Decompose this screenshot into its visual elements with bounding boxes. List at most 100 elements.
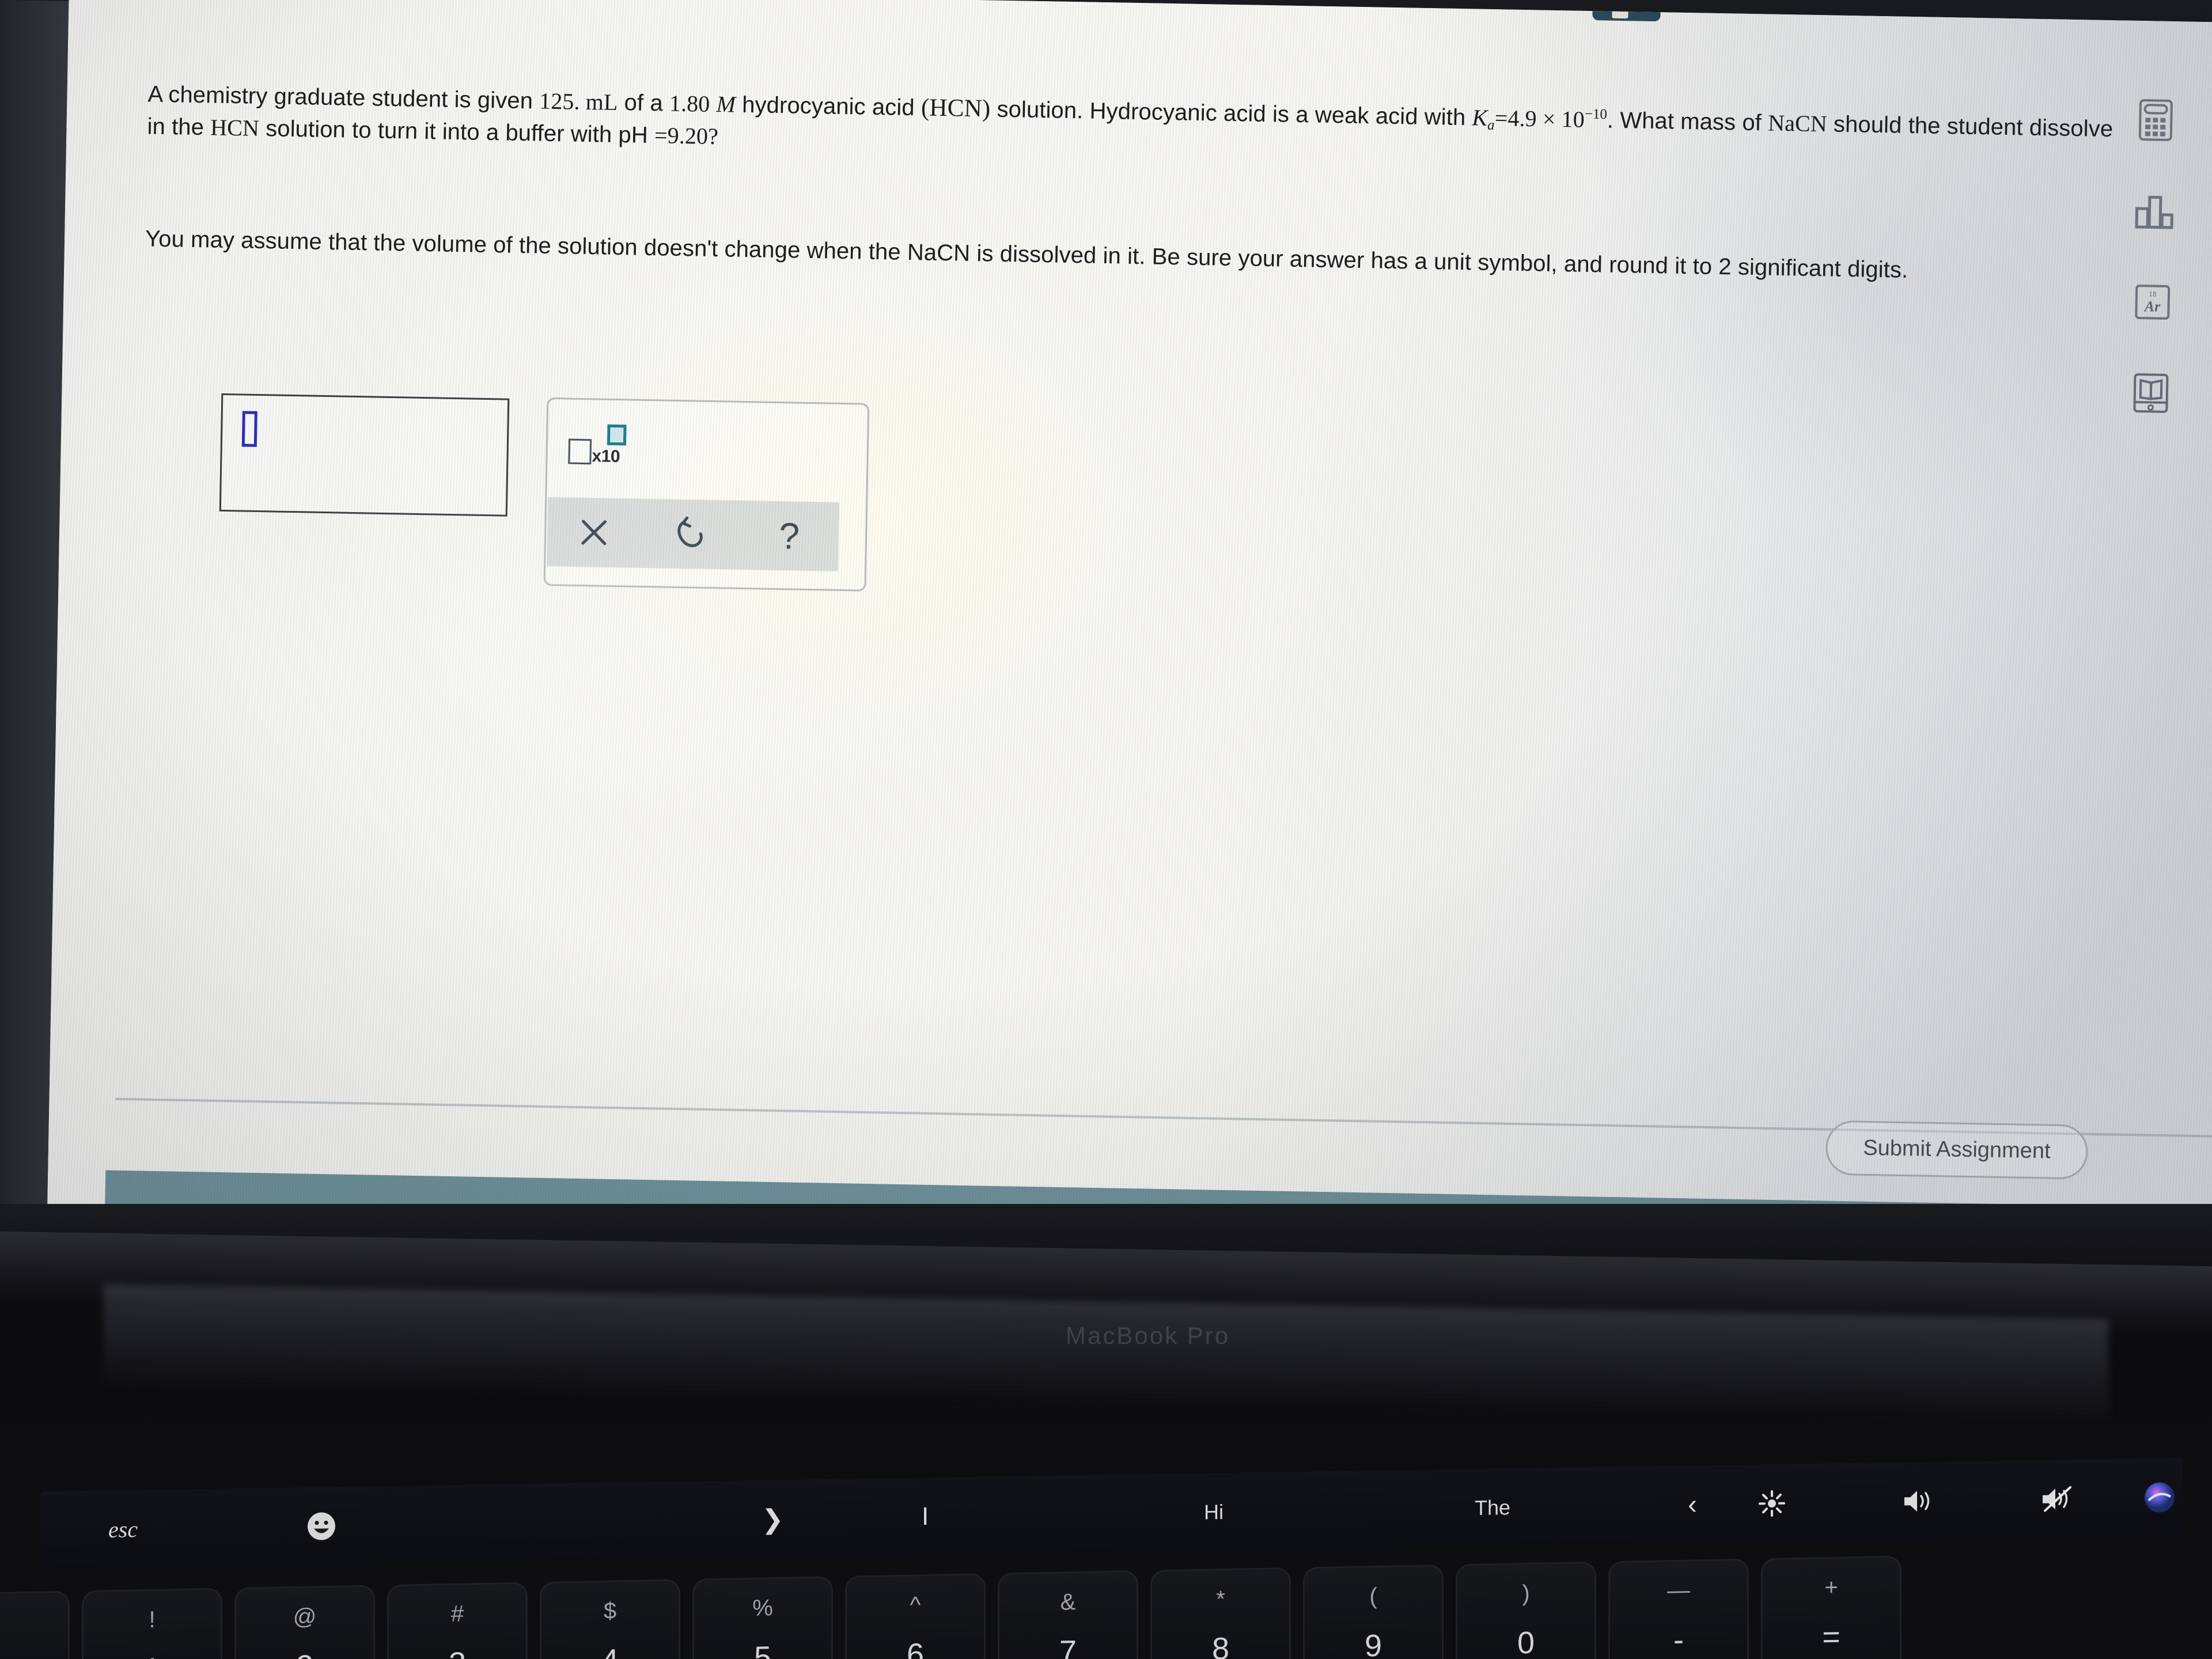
q-text-4: solution. Hydrocyanic acid is a weak aci… xyxy=(990,96,1472,131)
key-upper-label: @ xyxy=(293,1604,317,1630)
q-text-3: hydrocyanic acid xyxy=(735,92,922,121)
bar-chart-icon xyxy=(2135,195,2173,229)
key-upper-label: * xyxy=(1216,1586,1225,1612)
keyboard-key-9[interactable]: (9 xyxy=(1305,1566,1442,1659)
q-molar-symbol: M xyxy=(716,91,736,118)
mantissa-placeholder-box xyxy=(568,438,592,465)
touchbar-caret-key[interactable]: I xyxy=(922,1502,929,1531)
key-upper-label: ! xyxy=(149,1607,156,1633)
key-lower-label xyxy=(0,1653,68,1656)
q-ka-value: =4.9 × 10 xyxy=(1494,105,1585,132)
keyboard-key-4[interactable]: $4 xyxy=(541,1581,679,1659)
math-tool-palette: x10 ? xyxy=(543,397,870,592)
key-lower-label: - xyxy=(1673,1622,1684,1658)
question-paragraph-2: You may assume that the volume of the so… xyxy=(145,226,1908,283)
q-ph-value: =9.20? xyxy=(654,122,719,149)
key-upper-label: $ xyxy=(603,1598,617,1624)
key-lower-label: 0 xyxy=(1517,1625,1535,1659)
touchbar-esc-key[interactable]: esc xyxy=(108,1516,138,1543)
help-button[interactable]: ? xyxy=(745,501,833,571)
keyboard-key-=[interactable]: + = xyxy=(1763,1557,1900,1659)
scientific-notation-button[interactable]: x10 xyxy=(566,424,636,468)
q-concentration: 1.80 xyxy=(669,90,710,117)
key-upper-label: ^ xyxy=(910,1592,921,1618)
clear-button[interactable] xyxy=(550,497,638,568)
screenshot-root: A chemistry graduate student is given 12… xyxy=(0,0,2212,1659)
resource-tool-rail: 18 Ar xyxy=(2119,96,2194,461)
ebook-tool-button[interactable] xyxy=(2126,369,2175,418)
touch-bar: esc ❯ I Hi The ‹ xyxy=(40,1457,2183,1570)
q-text-7: solution to turn it into a buffer with p… xyxy=(259,115,655,148)
smiley-face-icon xyxy=(308,1512,335,1540)
q-ka-symbol: K xyxy=(1472,104,1488,131)
brightness-icon[interactable] xyxy=(1757,1488,1787,1518)
mute-icon[interactable] xyxy=(2039,1484,2075,1513)
exponent-placeholder-box xyxy=(607,424,627,446)
keyboard-key-8[interactable]: * 8 xyxy=(1152,1569,1289,1659)
svg-text:Ar: Ar xyxy=(2143,298,2161,315)
keyboard-key-7[interactable]: & 7 xyxy=(999,1572,1137,1659)
keyboard-key-blank[interactable] xyxy=(0,1592,68,1659)
palette-button-row: ? xyxy=(547,497,840,571)
macbook-brand-label: MacBook Pro xyxy=(1066,1322,1230,1349)
key-lower-label: 5 xyxy=(753,1640,772,1659)
touchbar-suggestion-1[interactable]: Hi xyxy=(1204,1499,1224,1524)
submit-assignment-button[interactable]: Submit Assignment xyxy=(1825,1120,2089,1180)
calculator-tool-button[interactable] xyxy=(2131,96,2180,145)
help-label: ? xyxy=(778,515,800,557)
submit-assignment-label: Submit Assignment xyxy=(1863,1135,2051,1164)
keyboard-key-0[interactable]: ) 0 xyxy=(1457,1563,1594,1659)
scientific-notation-label: x10 xyxy=(592,446,620,467)
text-caret xyxy=(241,411,257,447)
keyboard-key-5[interactable]: % 5 xyxy=(694,1578,831,1659)
key-upper-label: ) xyxy=(1522,1580,1530,1607)
q-formula-hcn: (HCN) xyxy=(921,94,991,123)
question-paragraph-1: A chemistry graduate student is given 12… xyxy=(147,77,2123,176)
key-upper-label: # xyxy=(450,1601,464,1627)
touchbar-back-chevron[interactable]: ‹ xyxy=(1688,1488,1697,1520)
emoji-icon[interactable] xyxy=(305,1510,338,1543)
key-lower-label: 9 xyxy=(1364,1628,1382,1659)
calculator-icon xyxy=(2138,99,2173,141)
brightness-sun-icon xyxy=(1759,1490,1785,1517)
key-lower-label: 4 xyxy=(541,1641,679,1659)
key-upper-label: + xyxy=(1824,1574,1838,1601)
data-chart-tool-button[interactable] xyxy=(2130,187,2179,236)
touchbar-chevron-key[interactable]: ❯ xyxy=(762,1503,784,1535)
answer-input[interactable] xyxy=(219,393,510,517)
q-ka-subscript: a xyxy=(1487,117,1495,134)
laptop-body: MacBook Pro esc ❯ I Hi The ‹ ! @ # $ % 5… xyxy=(0,1204,2212,1659)
key-upper-label: — xyxy=(1667,1577,1690,1604)
key-lower-label: 8 xyxy=(1211,1631,1230,1659)
svg-text:18: 18 xyxy=(2149,290,2157,298)
volume-up-icon xyxy=(1904,1490,1930,1512)
key-upper-label: % xyxy=(752,1595,773,1621)
periodic-table-icon: 18 Ar xyxy=(2135,285,2171,320)
siri-orb-icon xyxy=(2145,1482,2175,1512)
undo-button[interactable] xyxy=(647,499,735,570)
keyboard-key--[interactable]: — - xyxy=(1610,1560,1747,1659)
q-formula-nacn: NaCN xyxy=(1767,109,1828,137)
key-lower-label: 2 xyxy=(236,1647,373,1659)
undo-icon xyxy=(677,516,703,547)
page-content: A chemistry graduate student is given 12… xyxy=(59,0,2212,1244)
key-lower-label: 6 xyxy=(906,1637,925,1659)
q-ka-exponent: −10 xyxy=(1584,106,1608,123)
key-lower-label: 1 xyxy=(84,1650,221,1659)
siri-icon[interactable] xyxy=(2143,1480,2176,1514)
key-upper-label: ( xyxy=(1369,1584,1377,1609)
volume-mute-icon xyxy=(2043,1486,2071,1512)
laptop-screen: A chemistry graduate student is given 12… xyxy=(47,0,2212,1244)
keyboard-key-1[interactable]: !1 xyxy=(84,1589,221,1659)
close-icon xyxy=(581,520,607,546)
keyboard-number-row: !1@2#3$4%5^6&7*8(9)0—-+= xyxy=(0,1551,2212,1659)
periodic-table-tool-button[interactable]: 18 Ar xyxy=(2128,278,2177,327)
volume-icon[interactable] xyxy=(1901,1486,1936,1516)
keyboard-key-6[interactable]: ^ 6 xyxy=(847,1575,984,1659)
touchbar-suggestion-2[interactable]: The xyxy=(1475,1495,1510,1520)
keyboard-key-2[interactable]: @2 xyxy=(236,1586,373,1659)
ebook-icon xyxy=(2133,373,2169,413)
keyboard-key-3[interactable]: #3 xyxy=(389,1584,526,1659)
q-volume: 125. mL xyxy=(539,88,618,115)
q-text-5: . What mass of xyxy=(1607,107,1768,136)
